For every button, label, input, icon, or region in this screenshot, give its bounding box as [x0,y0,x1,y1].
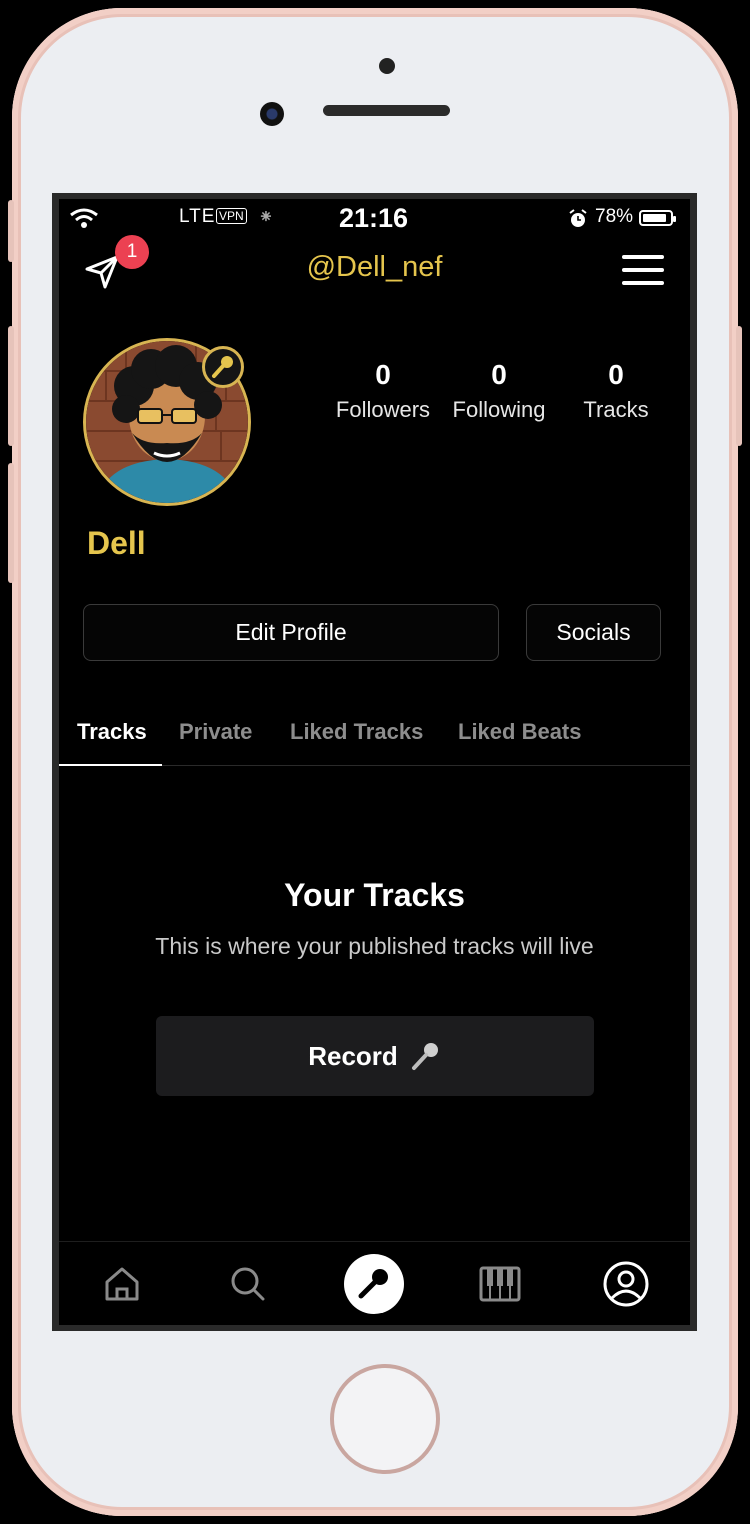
power-button [736,326,742,446]
volume-down-button [8,463,14,583]
hamburger-menu-icon[interactable] [622,255,664,287]
home-icon [105,1267,139,1301]
profile-username: @Dell_nef [306,251,443,283]
microphone-icon [344,1254,404,1314]
search-icon [231,1267,265,1301]
display-name: Dell [87,525,146,561]
following-stat[interactable]: 0 Following [439,359,559,423]
nav-profile[interactable] [563,1242,689,1325]
tracks-label: Tracks [583,397,649,422]
mute-switch [8,200,14,262]
wifi-icon [70,208,98,228]
empty-state-title: Your Tracks [284,877,465,913]
carrier-label: LTE [179,206,216,227]
following-label: Following [452,397,546,422]
app-screen: LTE VPN ⁕ 21:16 78% 1 @Dell_nef 0 Follow… [59,199,690,1325]
followers-stat[interactable]: 0 Followers [323,359,443,423]
microphone-icon [411,1043,438,1070]
edit-profile-button[interactable]: Edit Profile [83,604,499,661]
front-camera [260,102,284,126]
nav-home[interactable] [59,1242,185,1325]
status-time: 21:16 [339,203,409,233]
followers-count: 0 [375,359,391,390]
tab-liked-beats[interactable]: Liked Beats [458,719,582,745]
battery-percent: 78% [595,206,634,227]
nav-beats[interactable] [437,1242,563,1325]
tab-liked-tracks[interactable]: Liked Tracks [290,719,423,745]
socials-button[interactable]: Socials [526,604,661,661]
microphone-badge-icon [202,346,244,388]
alarm-icon [569,209,587,227]
followers-label: Followers [335,397,431,422]
record-button-label: Record [308,1040,398,1071]
status-bar: LTE VPN ⁕ 21:16 78% [59,199,690,239]
following-count: 0 [491,359,507,390]
tab-private[interactable]: Private [179,719,252,745]
piano-icon [479,1266,521,1302]
vpn-badge: VPN [216,208,247,224]
home-button[interactable] [330,1364,440,1474]
proximity-sensor [379,58,395,74]
profile-icon [603,1261,649,1307]
active-tab-indicator [59,764,162,766]
earpiece-speaker [323,105,450,116]
empty-state-subtitle: This is where your published tracks will… [155,933,594,959]
nav-record[interactable] [311,1242,437,1325]
battery-icon [639,210,676,226]
tracks-stat[interactable]: 0 Tracks [556,359,676,423]
record-button[interactable]: Record [156,1016,594,1096]
loading-spinner-icon: ⁕ [258,207,274,228]
volume-up-button [8,326,14,446]
nav-search[interactable] [185,1242,311,1325]
bottom-navigation [59,1241,690,1325]
tracks-count: 0 [608,359,624,390]
tab-tracks[interactable]: Tracks [77,719,147,745]
profile-tabs: Tracks Private Liked Tracks Liked Beats [59,709,690,766]
